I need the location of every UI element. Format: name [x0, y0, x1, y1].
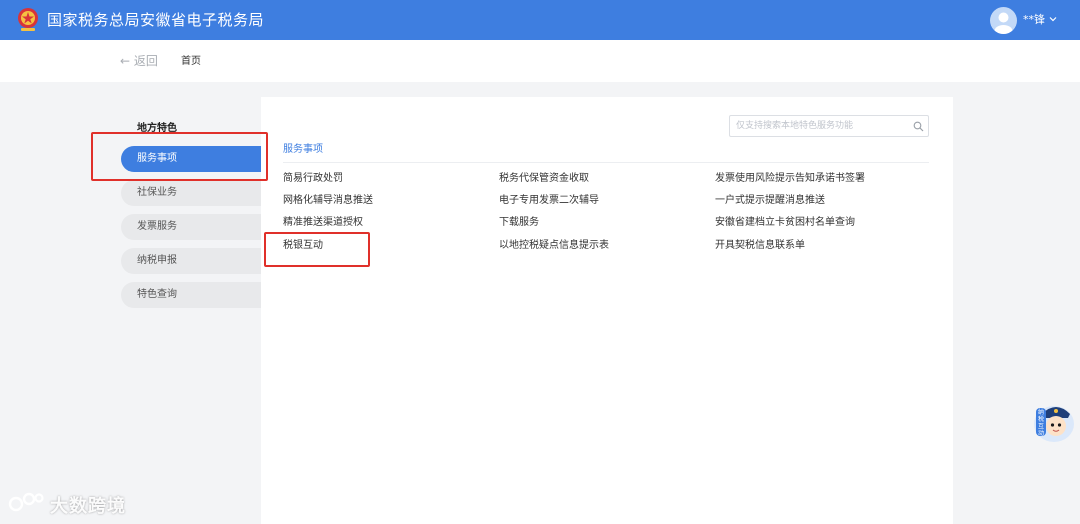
main-panel: 服务事项 简易行政处罚 网格化辅导消息推送 精准推送渠道授权 税银互动 税务代保… — [261, 97, 953, 524]
service-link-custody-funds[interactable]: 税务代保管资金收取 — [499, 172, 589, 186]
sidebar-item-special-query[interactable]: 特色查询 — [121, 282, 261, 308]
tax-emblem-icon — [18, 8, 38, 31]
breadcrumb-home-link[interactable]: 首页 — [181, 55, 201, 69]
highlight-box-service-matters — [91, 132, 268, 181]
sidebar-item-label: 纳税申报 — [137, 255, 177, 266]
tax-interaction-mascot[interactable]: 纳税互动 — [1032, 398, 1076, 444]
service-link-one-account-reminder[interactable]: 一户式提示提醒消息推送 — [715, 194, 825, 208]
sidebar-item-label: 发票服务 — [137, 221, 177, 232]
watermark-text: 大数跨境 — [50, 496, 126, 517]
top-header: 国家税务总局安徽省电子税务局 **锋 — [0, 0, 1080, 40]
user-avatar-icon[interactable] — [990, 7, 1017, 34]
back-button[interactable]: ← 返回 — [120, 53, 158, 69]
section-title: 服务事项 — [283, 144, 323, 155]
highlight-box-tax-bank-interaction — [264, 232, 370, 267]
sidebar-item-label: 社保业务 — [137, 187, 177, 198]
search-box[interactable] — [729, 115, 929, 137]
service-link-simple-penalty[interactable]: 简易行政处罚 — [283, 172, 343, 186]
breadcrumb: ← 返回 首页 — [0, 40, 1080, 82]
service-link-grid-guidance-push[interactable]: 网格化辅导消息推送 — [283, 194, 373, 208]
search-icon[interactable] — [913, 121, 924, 132]
service-link-einvoice-guidance[interactable]: 电子专用发票二次辅导 — [499, 194, 599, 208]
divider — [283, 162, 929, 163]
sidebar-item-social-security[interactable]: 社保业务 — [121, 180, 261, 206]
watermark-logo-icon — [8, 492, 44, 512]
service-link-land-tax-doubts[interactable]: 以地控税疑点信息提示表 — [499, 239, 609, 253]
service-link-poor-village-query[interactable]: 安徽省建档立卡贫困村名单查询 — [715, 216, 855, 230]
watermark: 大数跨境 — [8, 490, 125, 517]
user-name[interactable]: **锋 — [1023, 12, 1045, 28]
mascot-label: 纳税互动 — [1037, 409, 1044, 437]
sidebar-item-invoice-service[interactable]: 发票服务 — [121, 214, 261, 240]
service-link-deed-tax-contact[interactable]: 开具契税信息联系单 — [715, 239, 805, 253]
chevron-down-icon[interactable] — [1049, 15, 1057, 23]
sidebar-item-label: 特色查询 — [137, 289, 177, 300]
sidebar-item-tax-filing[interactable]: 纳税申报 — [121, 248, 261, 274]
site-title: 国家税务总局安徽省电子税务局 — [47, 11, 265, 29]
service-link-channel-authorization[interactable]: 精准推送渠道授权 — [283, 216, 363, 230]
search-input[interactable] — [736, 118, 906, 134]
service-link-invoice-risk-pledge[interactable]: 发票使用风险提示告知承诺书签署 — [715, 172, 865, 186]
service-link-download[interactable]: 下载服务 — [499, 216, 539, 230]
